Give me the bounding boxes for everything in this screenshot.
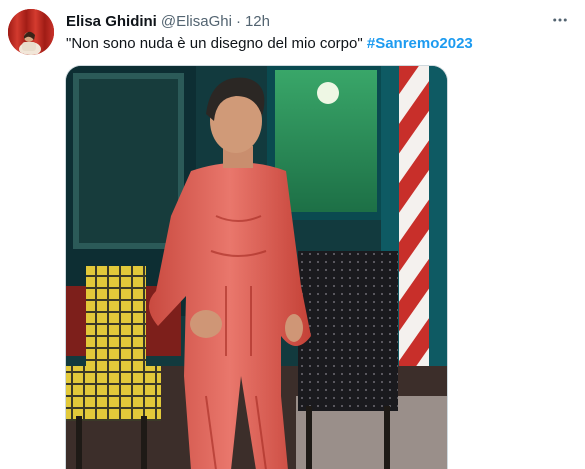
separator-dot: · [235, 12, 241, 30]
hashtag-link[interactable]: #Sanremo2023 [367, 35, 473, 52]
profile-photo-icon [8, 9, 54, 55]
tweet-text: "Non sono nuda è un disegno del mio corp… [66, 34, 473, 54]
author-handle[interactable]: @ElisaGhi [161, 13, 232, 30]
tweet-header: Elisa Ghidini @ElisaGhi · 12h [66, 11, 270, 31]
tweet-quote: "Non sono nuda è un disegno del mio corp… [66, 35, 363, 52]
photo-image [66, 66, 447, 469]
author-name[interactable]: Elisa Ghidini [66, 13, 157, 30]
timestamp[interactable]: 12h [245, 13, 270, 30]
avatar[interactable] [8, 9, 54, 55]
tweet[interactable]: Elisa Ghidini @ElisaGhi · 12h "Non sono … [0, 0, 585, 469]
more-horizontal-icon [553, 18, 567, 22]
more-options-button[interactable] [548, 8, 572, 32]
tweet-media-photo[interactable] [65, 65, 448, 469]
